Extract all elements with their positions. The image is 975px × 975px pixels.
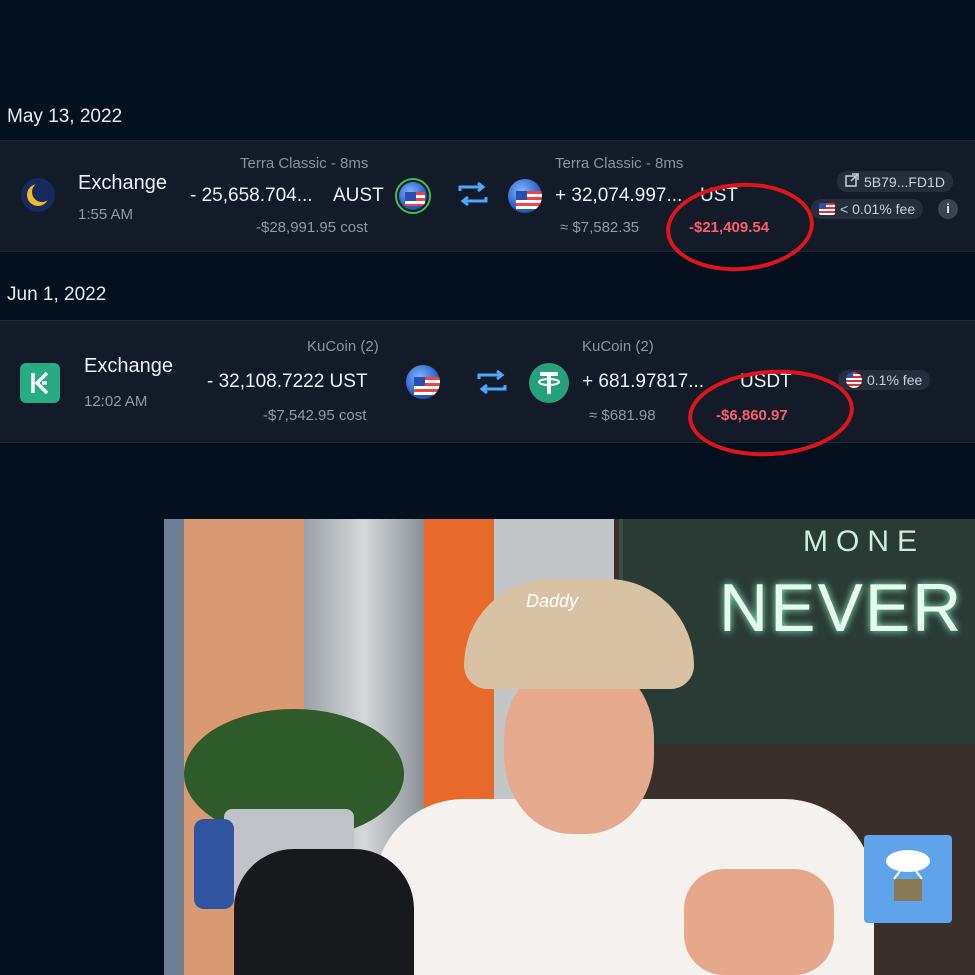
ust-flag-coin-icon (508, 179, 542, 213)
us-flag-icon (819, 203, 835, 215)
kucoin-logo-icon (20, 363, 60, 403)
external-link-icon (845, 173, 859, 190)
to-amount: + 32,074.997... (555, 185, 683, 206)
from-amount: - 25,658.704... (190, 185, 313, 206)
cap-text: Daddy (526, 591, 579, 611)
fee-badge: < 0.01% fee (811, 199, 924, 219)
info-icon[interactable]: i (938, 199, 958, 219)
person-hand (684, 869, 834, 975)
cap: Daddy (464, 579, 694, 689)
transaction-type: Exchange (84, 355, 173, 377)
to-venue: Terra Classic - 8ms (555, 155, 684, 172)
fee-text: < 0.01% fee (840, 201, 916, 217)
terra-luna-icon (20, 177, 56, 213)
from-venue: KuCoin (2) (307, 338, 379, 355)
channel-logo-icon (864, 835, 952, 923)
to-approx-value: ≈ $681.98 (589, 407, 656, 424)
from-amount: - 32,108.7222 UST (207, 371, 368, 392)
tx-hash: 5B79...FD1D (864, 173, 945, 190)
fee-text: 0.1% fee (867, 372, 923, 388)
date-header-jun-1: Jun 1, 2022 (7, 284, 107, 305)
to-amount: + 681.97817... (582, 371, 705, 392)
to-approx-value: ≈ $7,582.35 (560, 219, 640, 236)
figurine (194, 819, 234, 909)
date-header-may-13: May 13, 2022 (7, 106, 123, 127)
tether-icon (529, 363, 569, 403)
transaction-row-exchange-1[interactable]: Exchange 1:55 AM Terra Classic - 8ms - 2… (0, 140, 975, 252)
from-cost: -$7,542.95 cost (263, 407, 367, 424)
tx-hash-link[interactable]: 5B79...FD1D (837, 171, 953, 192)
from-venue: Terra Classic - 8ms (240, 155, 369, 172)
swap-arrows-icon (456, 181, 490, 214)
aust-token-icon (395, 178, 431, 214)
to-venue: KuCoin (2) (582, 338, 654, 355)
transaction-time: 1:55 AM (78, 206, 134, 223)
transaction-time: 12:02 AM (84, 393, 148, 410)
neon-sign-top-text: MONE (803, 525, 925, 558)
us-flag-icon (846, 372, 862, 388)
from-cost: -$28,991.95 cost (256, 219, 368, 236)
ust-flag-coin-icon (406, 365, 440, 399)
webcam-video: MONE NEVER SL Daddy (164, 519, 975, 975)
swap-arrows-icon (475, 369, 509, 402)
from-token: AUST (333, 185, 384, 206)
fee-badge: 0.1% fee (838, 370, 931, 390)
neon-sign-main-text: NEVER SL (719, 570, 975, 646)
microphone (234, 849, 414, 975)
transaction-type: Exchange (78, 172, 167, 194)
